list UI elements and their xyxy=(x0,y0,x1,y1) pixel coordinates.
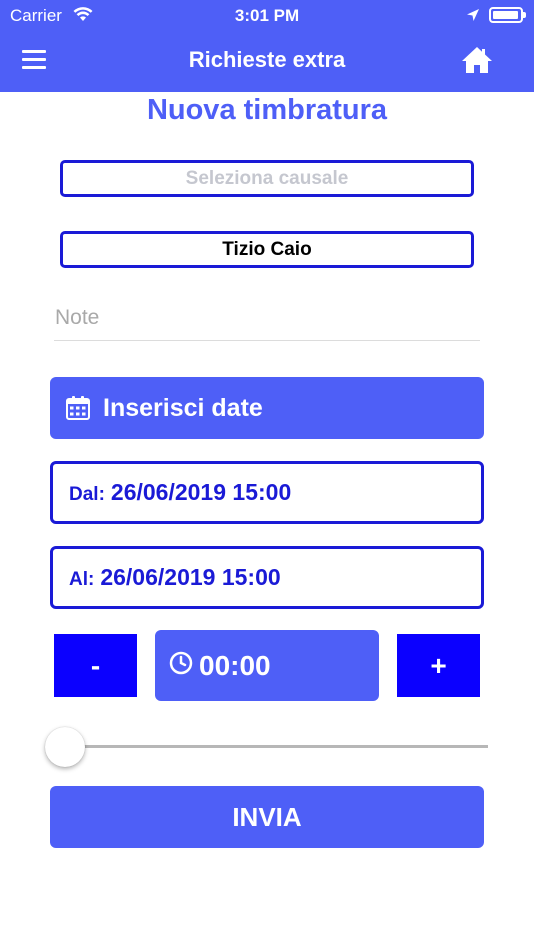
note-input[interactable] xyxy=(54,296,480,341)
duration-slider-thumb[interactable] xyxy=(45,727,85,767)
to-date-field[interactable]: Al: 26/06/2019 15:00 xyxy=(50,546,484,609)
duration-slider-track[interactable] xyxy=(50,745,488,748)
increment-button[interactable]: + xyxy=(397,634,480,697)
to-date-value: 26/06/2019 15:00 xyxy=(100,564,281,590)
duration-value: 00:00 xyxy=(199,649,271,681)
calendar-icon xyxy=(66,396,90,420)
location-arrow-icon xyxy=(467,9,479,21)
from-date-field[interactable]: Dal: 26/06/2019 15:00 xyxy=(50,461,484,524)
insert-dates-label: Inserisci date xyxy=(103,393,263,422)
nav-title: Richieste extra xyxy=(188,47,346,72)
from-date-label: Dal: xyxy=(69,483,105,505)
page-title: Nuova timbratura xyxy=(146,94,388,126)
status-bar: Carrier 3:01 PM xyxy=(0,0,534,30)
decrement-button[interactable]: - xyxy=(54,634,137,697)
causale-placeholder: Seleziona causale xyxy=(185,167,349,189)
nav-bar: Richieste extra xyxy=(0,30,534,92)
person-value: Tizio Caio xyxy=(222,238,312,260)
person-select[interactable]: Tizio Caio xyxy=(60,231,474,268)
home-icon[interactable] xyxy=(460,45,494,75)
submit-label: INVIA xyxy=(232,801,302,832)
status-time: 3:01 PM xyxy=(234,6,300,25)
insert-dates-button[interactable]: Inserisci date xyxy=(50,377,484,439)
battery-icon xyxy=(489,7,526,23)
submit-button[interactable]: INVIA xyxy=(50,786,484,848)
from-date-value: 26/06/2019 15:00 xyxy=(110,479,292,505)
clock-icon xyxy=(169,651,193,674)
to-date-label: Al: xyxy=(69,568,95,590)
causale-select[interactable]: Seleziona causale xyxy=(60,160,474,197)
duration-display: 00:00 xyxy=(155,630,379,701)
